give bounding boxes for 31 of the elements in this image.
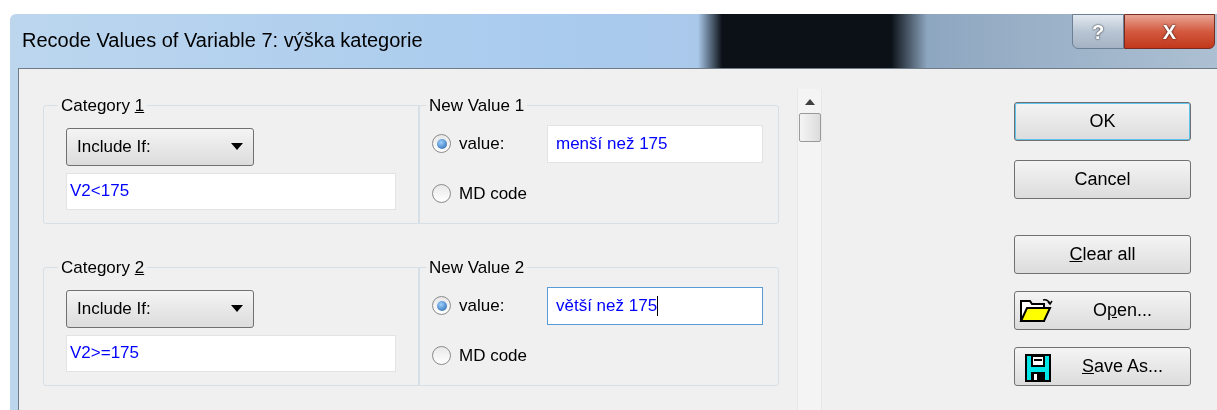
file-button[interactable]: Open... bbox=[1014, 291, 1191, 330]
dropdown-arrow-icon bbox=[231, 143, 243, 150]
condition-dropdown[interactable]: Include If: bbox=[66, 127, 254, 166]
value-field[interactable]: větší než 175 bbox=[547, 286, 763, 325]
radio-button[interactable] bbox=[432, 184, 451, 203]
radio-button[interactable] bbox=[432, 296, 451, 315]
radio-button[interactable] bbox=[432, 346, 451, 365]
radio-button[interactable] bbox=[432, 134, 451, 153]
dropdown-arrow-icon bbox=[231, 305, 243, 312]
folder-icon bbox=[1019, 297, 1053, 323]
condition-dropdown[interactable]: Include If: bbox=[66, 289, 254, 328]
scroll-up-icon[interactable] bbox=[804, 99, 815, 105]
expression-field[interactable]: V2<175 bbox=[66, 172, 396, 210]
window-title: Recode Values of Variable 7: výška kategorie bbox=[22, 28, 423, 53]
group-title: New Value 2 bbox=[429, 258, 525, 277]
close-button[interactable]: X bbox=[1124, 14, 1215, 49]
option-label: value: bbox=[459, 294, 506, 317]
expression-field[interactable]: V2>=175 bbox=[66, 334, 396, 372]
file-button[interactable]: Save As... bbox=[1014, 347, 1191, 386]
file-button[interactable]: Clear all bbox=[1014, 235, 1191, 274]
value-field[interactable]: menší než 175 bbox=[547, 124, 763, 163]
scrollbar[interactable] bbox=[797, 89, 822, 410]
option-label: MD code bbox=[459, 182, 529, 205]
scroll-thumb[interactable] bbox=[798, 113, 821, 142]
group-title: Category 1 bbox=[61, 96, 145, 115]
group-title: New Value 1 bbox=[429, 96, 525, 115]
dialog-button[interactable]: OK bbox=[1014, 102, 1191, 141]
option-label: MD code bbox=[459, 344, 529, 367]
option-label: value: bbox=[459, 132, 506, 155]
group-title: Category 2 bbox=[61, 258, 145, 277]
dialog-button[interactable]: Cancel bbox=[1014, 160, 1191, 199]
